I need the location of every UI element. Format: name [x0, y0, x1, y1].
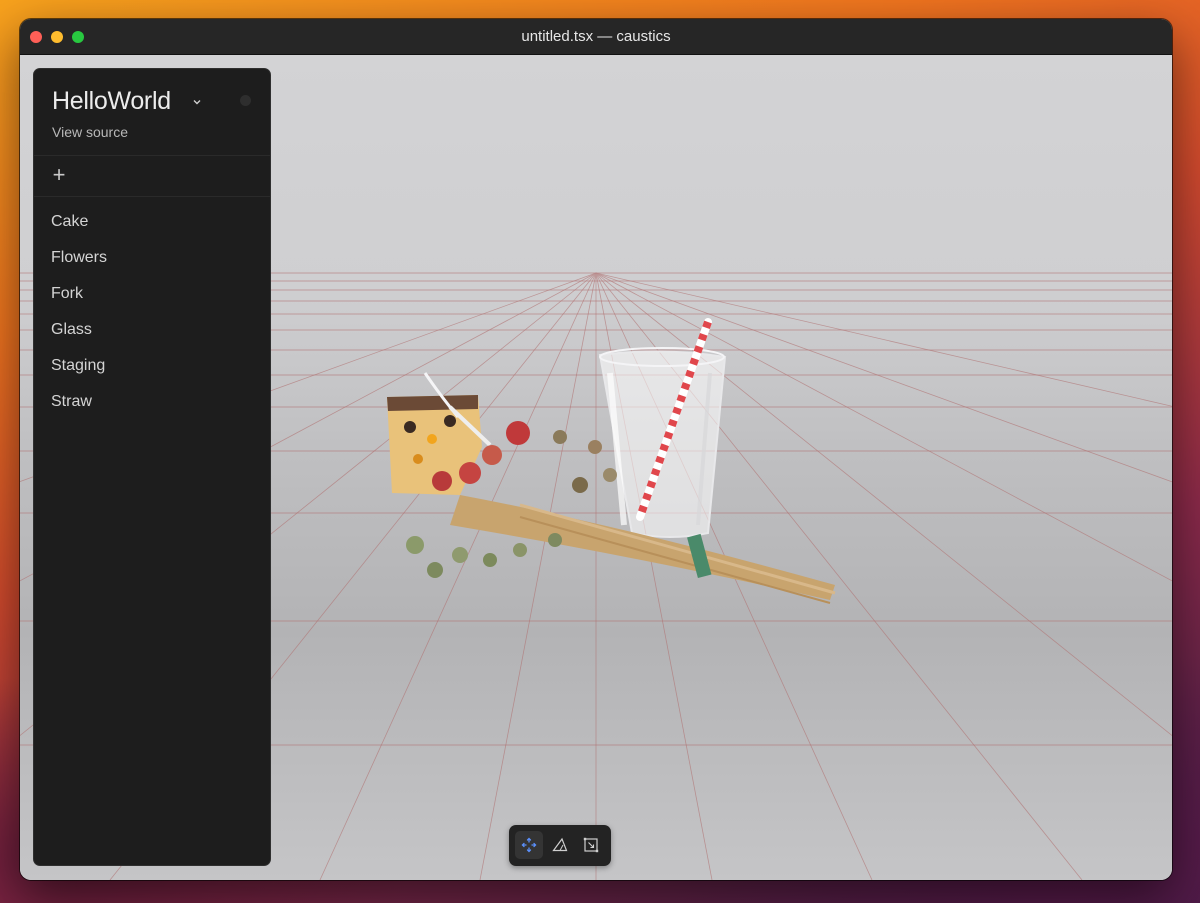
window-title: untitled.tsx — caustics [521, 28, 671, 45]
app-window: untitled.tsx — caustics HelloWorld View … [20, 19, 1172, 880]
sidebar-item-straw[interactable]: Straw [34, 390, 270, 426]
move-icon [521, 837, 537, 853]
3d-viewport[interactable]: HelloWorld View source + Cake Flowers Fo… [20, 55, 1172, 880]
sidebar-divider [34, 155, 270, 156]
sidebar-item-fork[interactable]: Fork [34, 282, 270, 318]
sidebar-panel: HelloWorld View source + Cake Flowers Fo… [33, 68, 271, 866]
chevron-down-icon[interactable] [192, 97, 202, 107]
sidebar-divider [34, 196, 270, 197]
sidebar-item-glass[interactable]: Glass [34, 318, 270, 354]
frame-icon [583, 837, 599, 853]
sidebar-item-cake[interactable]: Cake [34, 210, 270, 246]
move-tool-button[interactable] [515, 831, 543, 859]
title-bar: untitled.tsx — caustics [20, 19, 1172, 55]
rotate-tool-button[interactable] [546, 831, 574, 859]
project-title[interactable]: HelloWorld [52, 87, 171, 116]
add-button[interactable]: + [48, 162, 70, 187]
transform-toolbar [509, 825, 611, 866]
status-dot [240, 95, 251, 106]
scene-object-list: Cake Flowers Fork Glass Staging Straw [34, 210, 270, 426]
triangle-icon [552, 837, 568, 852]
sidebar-item-staging[interactable]: Staging [34, 354, 270, 390]
scale-tool-button[interactable] [577, 831, 605, 859]
view-source-link[interactable]: View source [52, 124, 128, 140]
plus-icon: + [52, 162, 66, 187]
sidebar-item-flowers[interactable]: Flowers [34, 246, 270, 282]
